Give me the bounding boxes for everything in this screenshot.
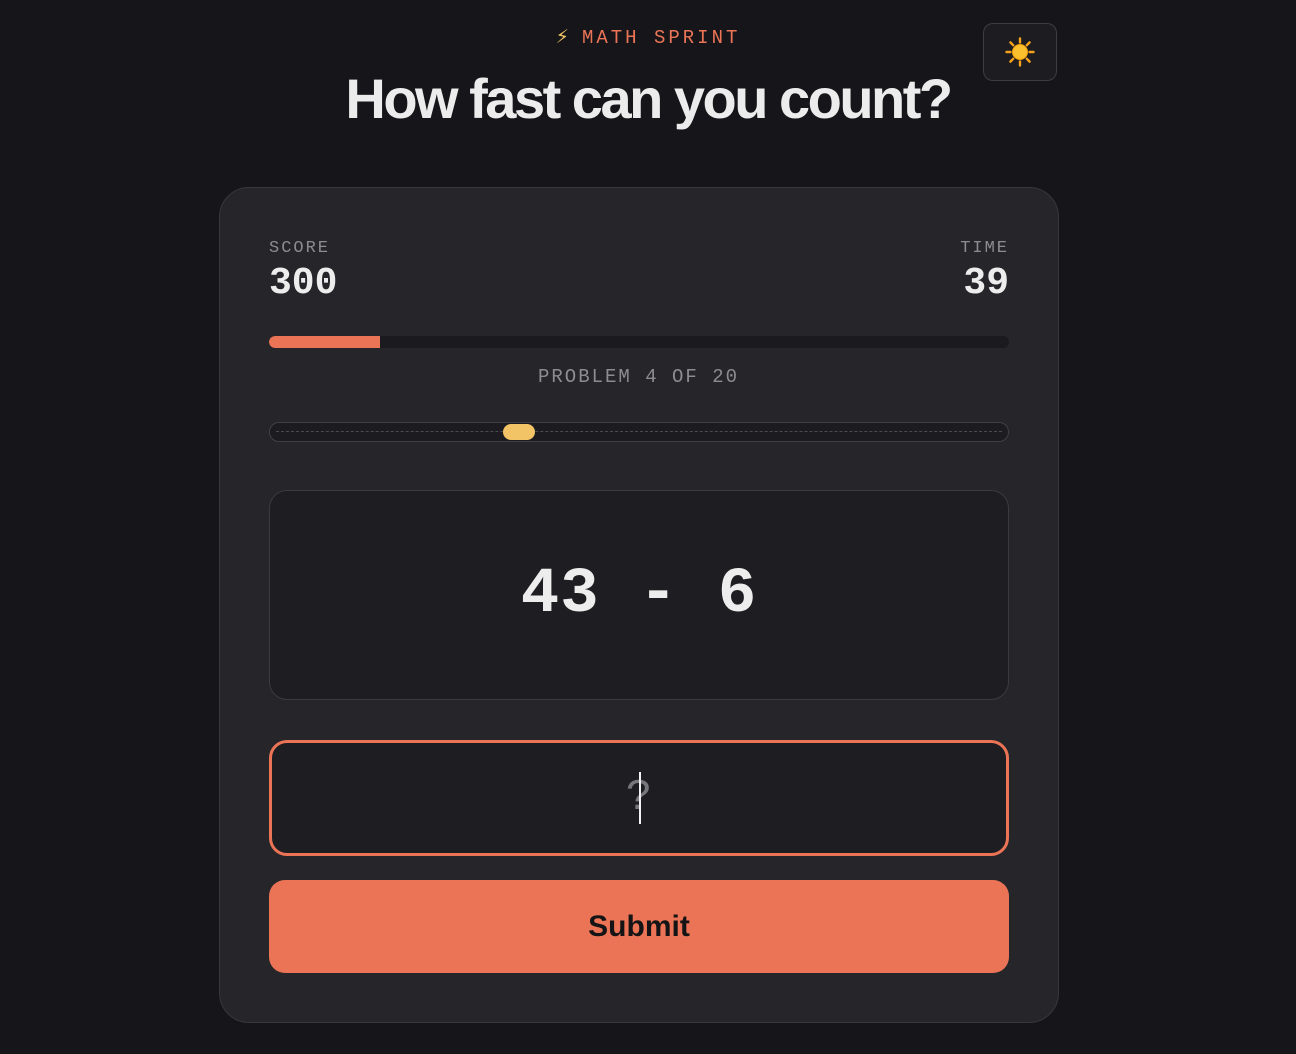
lightning-bolt-icon: ⚡: [555, 26, 572, 48]
time-label: TIME: [960, 239, 1009, 258]
timer-slider-thumb[interactable]: [502, 424, 535, 440]
brand-line: ⚡ MATH SPRINT: [0, 26, 1296, 49]
progress-bar: [269, 336, 1009, 348]
theme-toggle-button[interactable]: [983, 23, 1057, 81]
sun-icon: [1005, 37, 1035, 67]
problem-counter: PROBLEM 4 OF 20: [537, 366, 740, 388]
submit-button[interactable]: Submit: [269, 880, 1009, 973]
brand-name: MATH SPRINT: [581, 27, 741, 49]
problem-display: 43 - 6: [269, 490, 1009, 700]
page-title: How fast can you count?: [345, 67, 953, 130]
score-label: SCORE: [269, 239, 331, 258]
score-value: 300: [269, 262, 338, 305]
timer-slider[interactable]: [269, 422, 1009, 442]
timer-slider-dashes: [276, 431, 1002, 432]
game-card: SCORE 300 TIME 39 PROBLEM 4 OF 20 43 - 6…: [219, 187, 1059, 1023]
time-value: 39: [963, 262, 1009, 305]
text-caret: [639, 772, 641, 824]
progress-bar-fill: [269, 336, 380, 348]
problem-expression: 43 - 6: [520, 559, 758, 631]
